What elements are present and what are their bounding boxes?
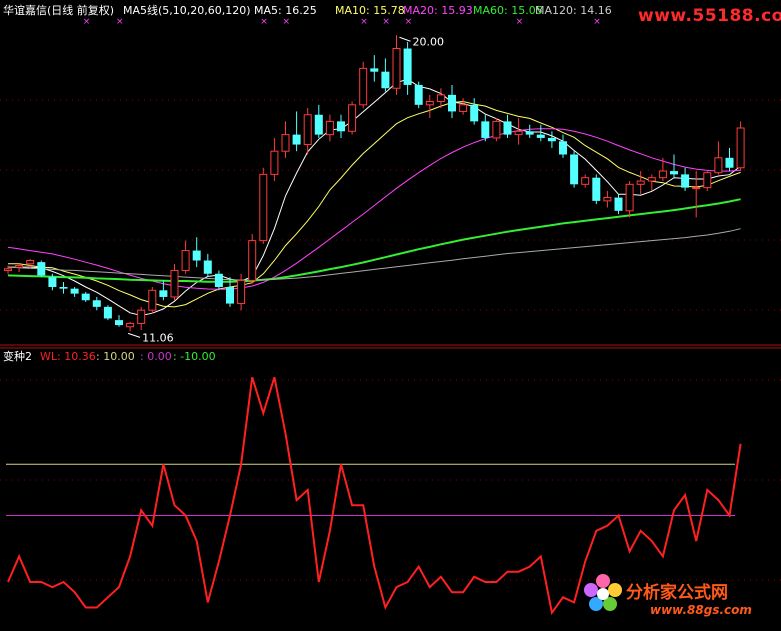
low-label: 11.06 [142, 331, 174, 344]
candle-body-down [70, 288, 79, 294]
candle-body-up [181, 250, 190, 271]
candle-body-up [603, 197, 612, 202]
candle-body-down [337, 121, 345, 132]
candle-body-down [203, 260, 212, 274]
ma5-value: MA5: 16.25 [254, 4, 317, 17]
signal-marker: × [360, 17, 368, 27]
high-label: 20.00 [413, 35, 445, 48]
candle-body-down [525, 131, 534, 135]
candle-body-up [303, 114, 312, 146]
chart-window: 20.00 11.06 × × × × × × × × × 华谊嘉信(日线 前复权) MA5线(5,… [0, 0, 781, 631]
candle-body-up [647, 177, 656, 182]
ref-high-value: : 10.00 [96, 350, 135, 363]
low-marker [127, 332, 141, 338]
candle-body-up [237, 279, 246, 305]
candle-body-down [214, 273, 223, 287]
candle-body-down [536, 134, 545, 138]
ma-title-label: MA5线(5,10,20,60,120) [123, 4, 251, 17]
candle-body-down [192, 250, 201, 261]
ma-line-ma120 [7, 228, 741, 281]
candle-body-up [170, 269, 179, 298]
candle-body-up [492, 120, 501, 139]
candle-body-down [503, 121, 512, 135]
ma120-value: MA120: 14.16 [535, 4, 612, 17]
signal-marker: × [516, 17, 524, 27]
candle-body-up [259, 173, 268, 242]
logo-text: 分析家公式网 [626, 583, 728, 603]
candle-body-down [292, 134, 301, 145]
candle-body-down [115, 320, 123, 326]
candle-body-up [270, 150, 279, 175]
candle-body-down [92, 300, 101, 307]
candle-body-down [448, 94, 456, 112]
candle-body-down [570, 154, 579, 185]
candle-body-down [226, 287, 234, 304]
logo-url: www.88gs.com [650, 603, 752, 617]
candle-body-up [359, 67, 368, 106]
candle-body-up [658, 170, 667, 179]
candle-body-up [348, 104, 357, 132]
candle-body-up [636, 180, 645, 185]
signal-marker: × [593, 17, 601, 27]
candle-body-up [692, 187, 701, 190]
candle-body-down [81, 293, 90, 301]
candle-body-up [581, 177, 590, 185]
candle-body-down [159, 290, 168, 297]
candle-body-down [470, 104, 479, 122]
candle-body-up [703, 172, 712, 189]
ref-mid-value: : 0.00 [140, 350, 172, 363]
candle-body-down [37, 262, 46, 276]
candle-body-up [736, 127, 745, 169]
signal-marker: × [260, 17, 268, 27]
candle-body-up [625, 183, 634, 212]
wl-value: WL: 10.36 [40, 350, 96, 363]
candle-body-down [592, 177, 601, 201]
candle-body-down [681, 174, 690, 188]
candle-body-down [48, 277, 57, 287]
candle-body-down [403, 48, 412, 85]
candle-body-up [126, 322, 135, 328]
candle-body-up [148, 289, 157, 311]
candle-body-up [15, 264, 24, 268]
chart-canvas[interactable]: 20.00 11.06 × × × × × × × × × [0, 0, 781, 631]
candle-body-up [425, 101, 434, 106]
candle-body-down [670, 171, 678, 175]
candle-body-up [26, 260, 35, 265]
indicator-name: 变种2 [3, 350, 32, 363]
ref-low-value: : -10.00 [173, 350, 216, 363]
candle-body-down [481, 121, 490, 138]
candle-body-down [381, 71, 390, 89]
signal-marker: × [382, 17, 390, 27]
candle-body-up [459, 104, 468, 112]
candle-body-down [59, 287, 68, 289]
candle-body-up [248, 240, 257, 281]
candle-body-up [392, 48, 401, 89]
signal-marker: × [283, 17, 291, 27]
stock-name-label: 华谊嘉信(日线 前复权) [3, 4, 115, 17]
ma60-value: MA60: 15.05 [473, 4, 543, 17]
candle-body-down [725, 157, 734, 168]
candle-body-up [281, 134, 290, 152]
candle-body-up [325, 120, 334, 136]
candle-body-up [514, 130, 523, 136]
flower-logo-icon [583, 573, 623, 613]
candle-body-down [614, 197, 623, 211]
ma10-value: MA10: 15.78 [335, 4, 405, 17]
candle-body-down [370, 68, 379, 72]
candle-body-down [314, 114, 323, 135]
candle-body-down [559, 141, 567, 155]
candle-body-up [436, 94, 445, 102]
site-watermark: www.55188.com [638, 6, 781, 26]
high-marker [399, 36, 411, 42]
candle-body-down [103, 306, 112, 319]
candle-body-down [547, 137, 556, 142]
candle-body-up [137, 309, 146, 324]
candle-body-up [714, 157, 723, 174]
ma20-value: MA20: 15.93 [403, 4, 473, 17]
signal-marker: × [116, 17, 124, 27]
signal-marker: × [83, 17, 91, 27]
signal-marker: × [405, 17, 413, 27]
candle-body-up [4, 268, 12, 271]
candle-body-down [414, 84, 423, 105]
